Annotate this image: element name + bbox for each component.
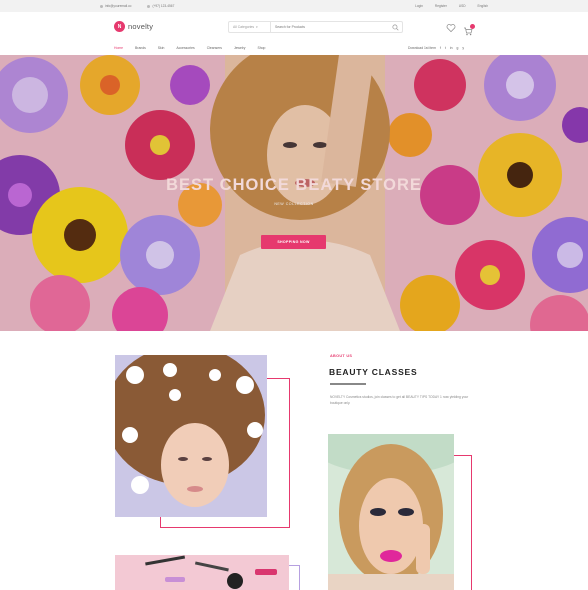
about-title: BEAUTY CLASSES xyxy=(329,367,418,377)
shop-now-button[interactable]: SHOPPING NOW xyxy=(261,235,326,249)
account-links: Login Register USD English xyxy=(415,4,488,8)
logo[interactable]: N novelty xyxy=(114,21,153,32)
top-bar: info@youremail.co (+97) 123-4567 Login R… xyxy=(0,0,588,12)
hero-subtitle: NEW COLLECTION xyxy=(274,202,314,206)
phone-icon xyxy=(147,4,151,8)
about-photo-cosmetics xyxy=(115,555,289,590)
language-select[interactable]: English xyxy=(478,4,488,8)
main-nav: Home Brands Skin Accessories Cleansers J… xyxy=(0,44,588,54)
page: info@youremail.co (+97) 123-4567 Login R… xyxy=(0,0,588,590)
logo-text: novelty xyxy=(128,22,154,31)
mail-icon xyxy=(100,4,103,8)
nav-item-shop[interactable]: Shop xyxy=(257,46,265,50)
nav-items: Home Brands Skin Accessories Cleansers J… xyxy=(114,46,265,50)
about-photo-flowers-hair xyxy=(115,355,267,517)
search-bar: All Categories ▾ xyxy=(228,21,403,33)
search-icon[interactable] xyxy=(392,24,399,31)
nav-item-brands[interactable]: Brands xyxy=(135,46,146,50)
about-photo-flowers-hair-image xyxy=(115,355,267,517)
twitter-icon[interactable]: t xyxy=(445,46,446,50)
facebook-icon[interactable]: f xyxy=(440,46,441,50)
nav-item-skin[interactable]: Skin xyxy=(158,46,165,50)
logo-mark: N xyxy=(114,21,125,32)
site-header: N novelty All Categories ▾ xyxy=(0,12,588,44)
contact-info: info@youremail.co (+97) 123-4567 xyxy=(100,4,174,8)
nav-right: Download 1st item f t in g y xyxy=(408,46,464,50)
cart-button[interactable] xyxy=(463,23,475,36)
about-photo-pink-lips xyxy=(328,434,454,590)
youtube-icon[interactable]: y xyxy=(462,46,464,50)
wishlist-heart-icon[interactable] xyxy=(446,23,456,33)
linkedin-icon[interactable]: in xyxy=(450,46,453,50)
currency-select[interactable]: USD xyxy=(459,4,466,8)
login-link[interactable]: Login xyxy=(415,4,423,8)
hero-banner: BEST CHOICE BEATY STORE NEW COLLECTION S… xyxy=(0,55,588,331)
about-photo-pink-lips-image xyxy=(328,434,454,590)
search-category-select[interactable]: All Categories ▾ xyxy=(229,22,271,32)
search-category-label: All Categories xyxy=(233,25,255,29)
chevron-down-icon: ▾ xyxy=(256,25,258,29)
nav-item-jewelry[interactable]: Jewelry xyxy=(234,46,246,50)
nav-download-text[interactable]: Download 1st item xyxy=(408,46,436,50)
nav-item-home[interactable]: Home xyxy=(114,46,123,50)
about-photo-cosmetics-image xyxy=(115,555,289,590)
phone-link[interactable]: (+97) 123-4567 xyxy=(147,4,174,8)
nav-item-accessories[interactable]: Accessories xyxy=(176,46,194,50)
search-input[interactable] xyxy=(271,25,381,29)
nav-item-cleansers[interactable]: Cleansers xyxy=(207,46,222,50)
about-text: NOVELTY Cosmetics studios, join classes … xyxy=(330,395,469,405)
about-label: ABOUT US xyxy=(330,354,353,358)
email-link[interactable]: info@youremail.co xyxy=(100,4,131,8)
cart-count-badge xyxy=(470,24,475,29)
google-icon[interactable]: g xyxy=(456,46,458,50)
register-link[interactable]: Register xyxy=(435,4,447,8)
about-title-underline xyxy=(330,383,366,385)
hero-title: BEST CHOICE BEATY STORE xyxy=(166,176,422,194)
